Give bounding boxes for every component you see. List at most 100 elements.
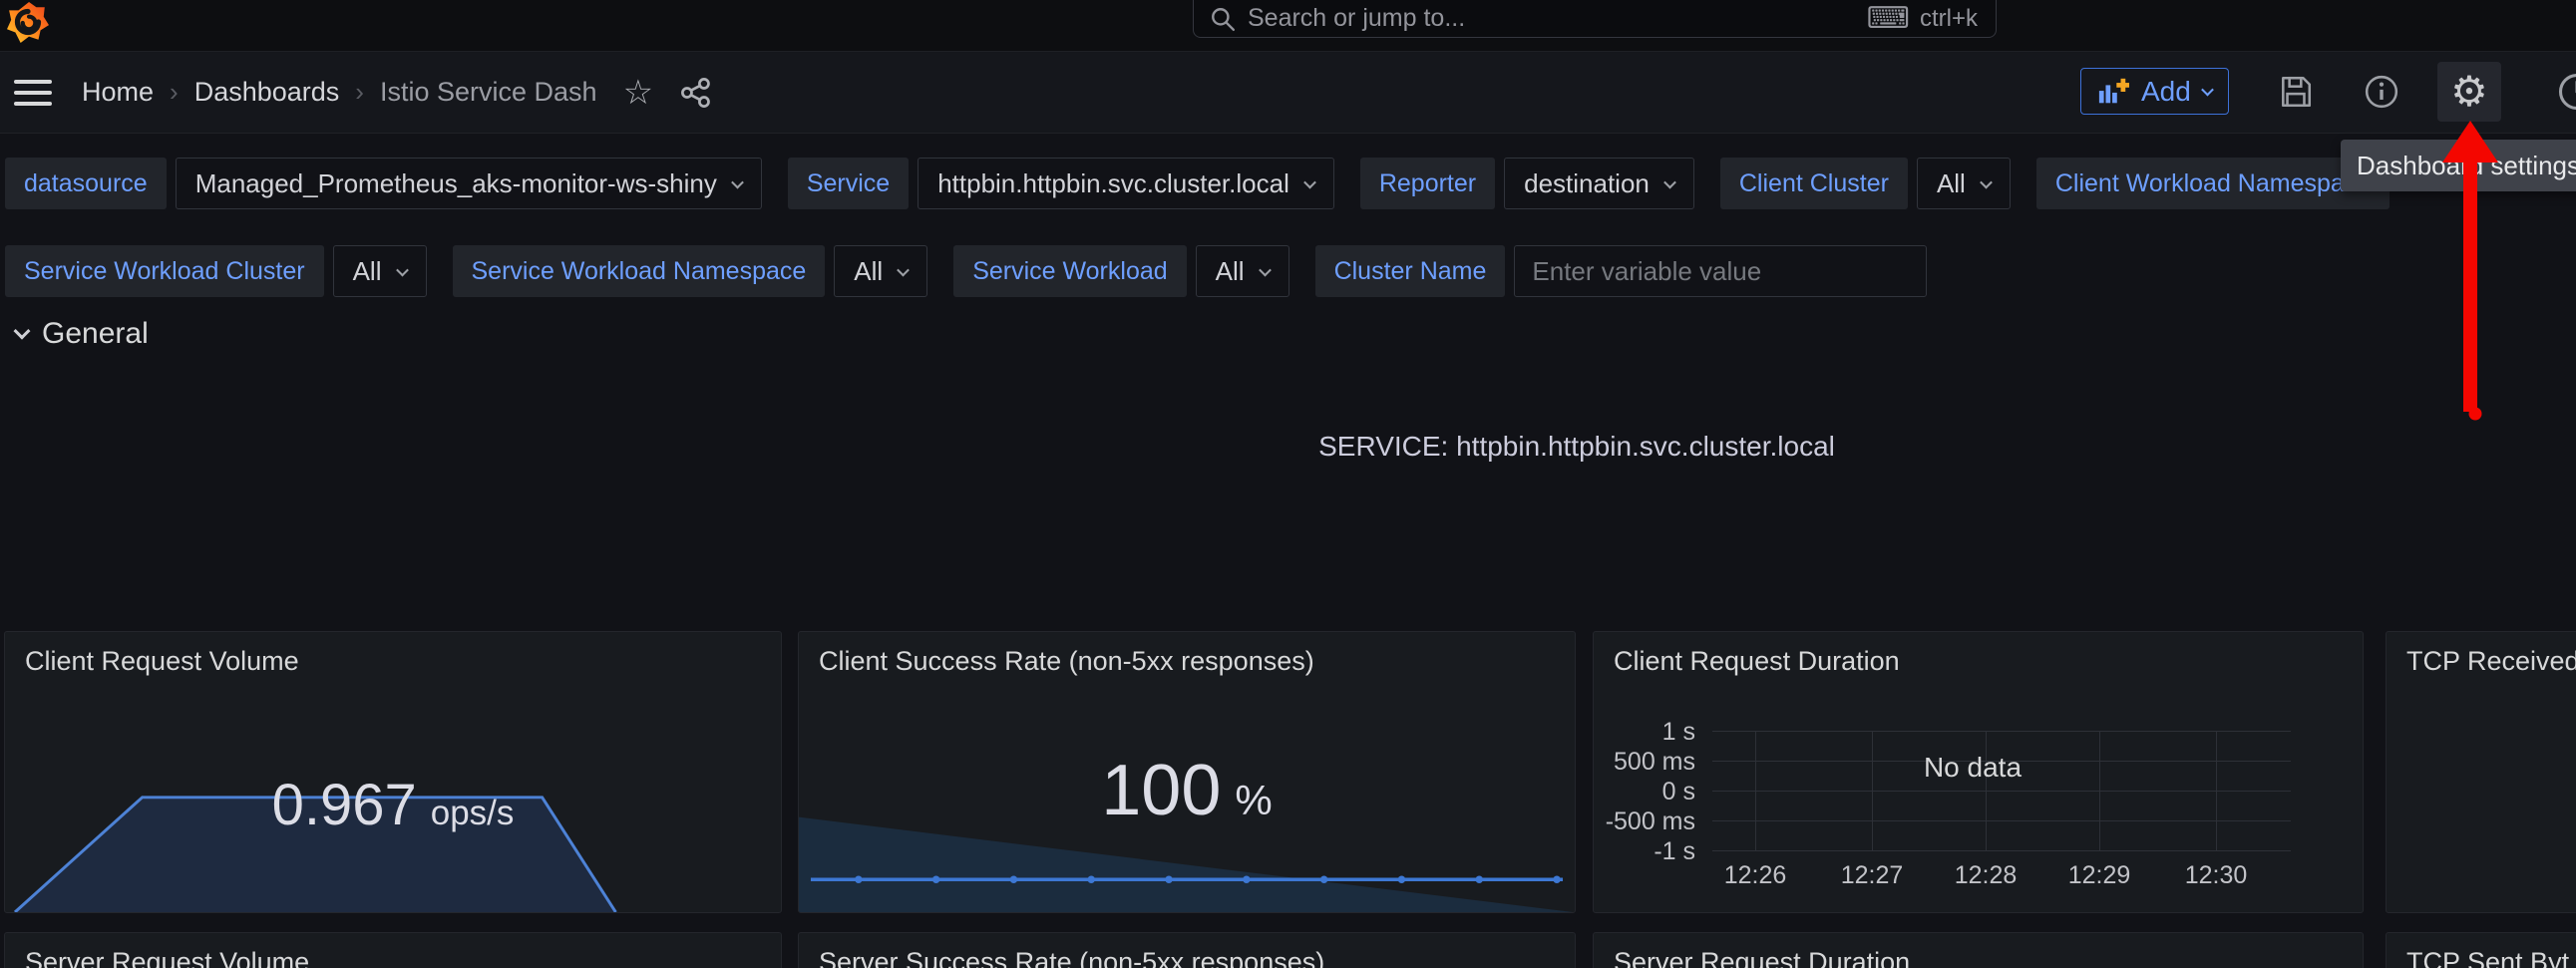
stat-unit: ops/s (430, 794, 515, 832)
variable-dropdown-reporter[interactable]: destination (1504, 158, 1694, 209)
panel-title: TCP Sent Byt (2406, 947, 2570, 968)
variable-client-cluster: Client Cluster All (1719, 158, 2011, 209)
variable-dropdown-service-workload-cluster[interactable]: All (332, 245, 427, 297)
chevron-down-icon (897, 263, 911, 276)
keyboard-icon: ⌨ (1866, 1, 1910, 35)
y-axis-tick: -500 ms (1605, 807, 1695, 835)
menu-icon[interactable] (14, 79, 52, 106)
breadcrumb: Home › Dashboards › Istio Service Dash (82, 77, 597, 108)
variable-dropdown-service-workload-namespace[interactable]: All (834, 245, 928, 297)
variable-service: Service httpbin.httpbin.svc.cluster.loca… (787, 158, 1334, 209)
top-bar: Search or jump to... ⌨ ctrl+k (0, 0, 2576, 52)
x-axis-tick: 12:27 (1840, 861, 1904, 889)
variable-reporter: Reporter destination (1359, 158, 1694, 209)
panel-title: Client Request Duration (1614, 646, 1900, 676)
panel-title: Server Request Volume (25, 947, 310, 968)
x-axis-tick: 12:29 (2067, 861, 2131, 889)
favorite-star-icon[interactable]: ☆ (623, 76, 653, 110)
variable-label-service: Service (787, 158, 910, 209)
dashboard-info-button[interactable] (2350, 62, 2413, 122)
breadcrumb-dashboards[interactable]: Dashboards (194, 77, 340, 108)
variable-label-client-workload-namespace: Client Workload Namespace (2035, 158, 2391, 209)
panel-title: Server Success Rate (non-5xx responses) (819, 947, 1325, 968)
gridline (1755, 731, 1756, 850)
x-axis-tick: 12:26 (1723, 861, 1787, 889)
gridline (1712, 731, 2291, 732)
panel-server-success-rate[interactable]: Server Success Rate (non-5xx responses) (798, 932, 1576, 968)
no-data-message: No data (1923, 752, 2023, 783)
search-placeholder: Search or jump to... (1248, 4, 1466, 32)
chevron-down-icon (395, 263, 409, 276)
cluster-name-input[interactable] (1514, 245, 1928, 297)
y-axis-tick: 0 s (1661, 778, 1695, 806)
grafana-logo-icon[interactable] (7, 0, 49, 46)
variables-row-2: Service Workload Cluster All Service Wor… (5, 245, 1928, 297)
x-axis-tick: 12:28 (1954, 861, 2018, 889)
y-axis-tick: -1 s (1654, 837, 1695, 865)
chevron-down-icon (730, 175, 744, 188)
panel-client-request-volume[interactable]: Client Request Volume 0.967 ops/s (4, 631, 782, 913)
x-axis-tick: 12:30 (2184, 861, 2248, 889)
breadcrumb-current-dashboard: Istio Service Dash (379, 77, 597, 107)
panel-title: Server Request Duration (1614, 947, 1911, 968)
variable-label-service-workload-namespace: Service Workload Namespace (452, 245, 826, 297)
variable-label-reporter: Reporter (1359, 158, 1496, 209)
gridline (1712, 820, 2291, 821)
chevron-down-icon (1663, 175, 1676, 188)
variable-label-service-workload-cluster: Service Workload Cluster (5, 245, 324, 297)
time-history-button[interactable] (2545, 62, 2576, 122)
stat-value-group: 100 % (799, 750, 1575, 831)
stat-value-group: 0.967 ops/s (5, 772, 781, 838)
variable-label-service-workload: Service Workload (953, 245, 1187, 297)
variable-dropdown-client-cluster[interactable]: All (1916, 158, 2011, 209)
section-general[interactable]: General (13, 317, 149, 351)
search-icon (1212, 7, 1236, 31)
gridline (1986, 731, 1987, 850)
stat-value: 0.967 (271, 773, 417, 837)
variables-row-1: datasource Managed_Prometheus_aks-monito… (5, 158, 2391, 209)
search-input[interactable]: Search or jump to... ⌨ ctrl+k (1193, 0, 1997, 38)
y-axis-tick: 500 ms (1614, 748, 1695, 776)
gridline (1872, 731, 1873, 850)
save-dashboard-button[interactable] (2264, 62, 2328, 122)
variable-dropdown-datasource[interactable]: Managed_Prometheus_aks-monitor-ws-shiny (175, 158, 762, 209)
chevron-down-icon (13, 322, 31, 340)
variable-dropdown-service[interactable]: httpbin.httpbin.svc.cluster.local (918, 158, 1334, 209)
variable-dropdown-service-workload[interactable]: All (1195, 245, 1289, 297)
add-button-label: Add (2141, 75, 2191, 107)
variable-client-workload-namespace: Client Workload Namespace (2035, 158, 2391, 209)
breadcrumb-separator-icon: › (170, 77, 179, 107)
panel-server-request-volume[interactable]: Server Request Volume (4, 932, 782, 968)
panel-title: TCP Received (2406, 646, 2576, 676)
chevron-down-icon (2200, 83, 2214, 97)
panel-title: Client Request Volume (25, 646, 299, 676)
gridline (2099, 731, 2100, 850)
history-clock-icon (2558, 73, 2576, 111)
share-icon[interactable] (679, 76, 713, 110)
stat-value: 100 (1101, 751, 1222, 830)
breadcrumb-separator-icon: › (355, 77, 364, 107)
dashboard-toolbar: Home › Dashboards › Istio Service Dash ☆ (0, 52, 2576, 134)
stat-unit: % (1235, 777, 1273, 823)
chevron-down-icon (1302, 175, 1316, 188)
gridline (1712, 791, 2291, 792)
variable-label-datasource: datasource (5, 158, 167, 209)
variable-label-client-cluster: Client Cluster (1719, 158, 1908, 209)
panel-title: Client Success Rate (non-5xx responses) (819, 646, 1314, 676)
section-title: General (42, 317, 149, 350)
panel-tcp-received[interactable]: TCP Received (2386, 631, 2576, 913)
graph-bar-plus-icon (2098, 78, 2129, 103)
panel-client-success-rate[interactable]: Client Success Rate (non-5xx responses) … (798, 631, 1576, 913)
gridline (1712, 850, 2291, 851)
panel-client-request-duration[interactable]: Client Request Duration 1 s 500 ms 0 s -… (1593, 631, 2364, 913)
breadcrumb-home[interactable]: Home (82, 77, 154, 108)
panel-server-request-duration[interactable]: Server Request Duration (1593, 932, 2364, 968)
panel-tcp-sent[interactable]: TCP Sent Byt (2386, 932, 2576, 968)
annotation-arrow-icon (2442, 121, 2498, 421)
add-button[interactable]: Add (2080, 68, 2229, 115)
variable-service-workload: Service Workload All (953, 245, 1289, 297)
save-icon (2282, 76, 2312, 108)
variable-service-workload-namespace: Service Workload Namespace All (452, 245, 928, 297)
variable-label-cluster-name: Cluster Name (1314, 245, 1506, 297)
chevron-down-icon (1258, 263, 1272, 276)
